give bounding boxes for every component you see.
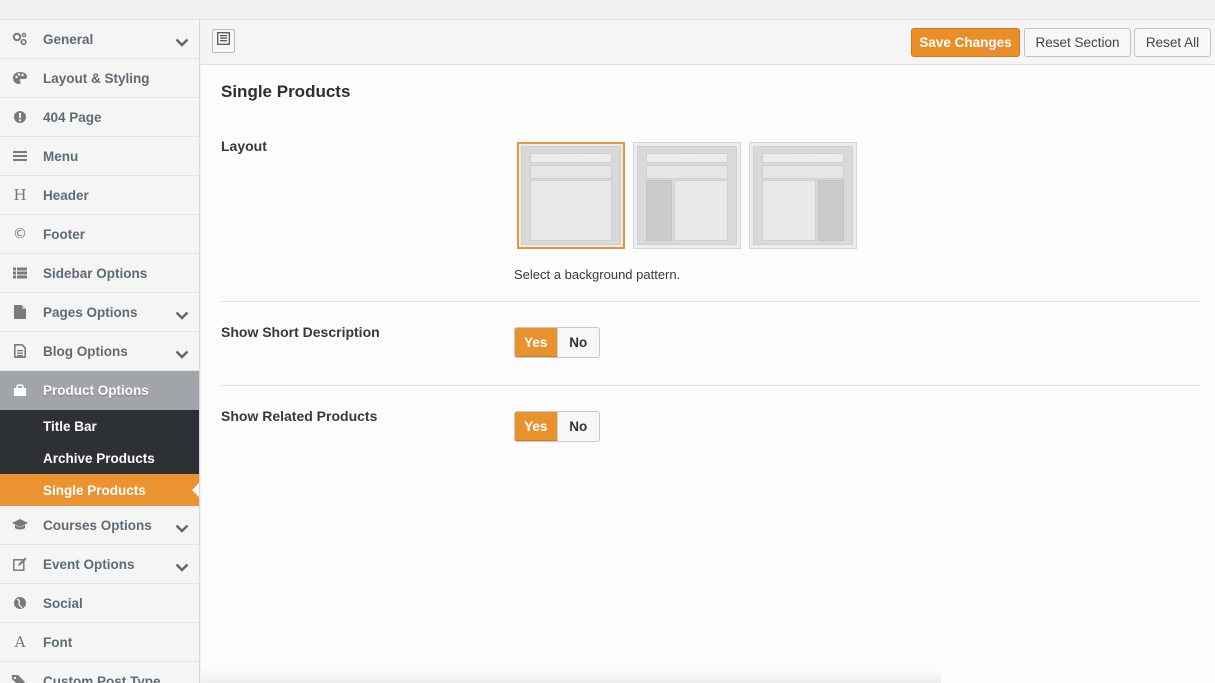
- chevron-down-icon: [175, 520, 189, 538]
- sidebar-item-header[interactable]: H Header: [0, 176, 199, 215]
- section-title: Single Products: [221, 82, 351, 101]
- exclamation-circle-icon: [12, 109, 28, 125]
- layout-option-full-width[interactable]: [517, 142, 625, 249]
- font-icon: A: [14, 633, 26, 651]
- top-strip: [0, 0, 1215, 20]
- subnav-item-title-bar[interactable]: Title Bar: [0, 410, 199, 442]
- chevron-down-icon: [175, 559, 189, 577]
- sidebar-item-label: Social: [43, 595, 83, 611]
- related-products-switch: Yes No: [514, 411, 600, 442]
- sidebar-item-menu[interactable]: Menu: [0, 137, 199, 176]
- sidebar-item-label: Custom Post Type: [43, 673, 161, 683]
- copyright-icon: ©: [13, 226, 27, 242]
- shopping-bag-icon: [12, 382, 28, 398]
- sidebar-item-blog-options[interactable]: Blog Options: [0, 332, 199, 371]
- subnav-item-archive-products[interactable]: Archive Products: [0, 442, 199, 474]
- layout-option-left-sidebar[interactable]: [633, 142, 741, 249]
- sidebar-item-layout-styling[interactable]: Layout & Styling: [0, 59, 199, 98]
- layout-label: Layout: [221, 138, 267, 154]
- graduation-cap-icon: [12, 517, 28, 533]
- subnav-item-single-products[interactable]: Single Products: [0, 474, 199, 506]
- sidebar-item-label: Blog Options: [43, 343, 128, 359]
- short-description-label: Show Short Description: [221, 324, 380, 340]
- related-products-yes-option[interactable]: Yes: [515, 412, 557, 441]
- subnav-item-label: Archive Products: [43, 450, 155, 466]
- subnav-item-label: Single Products: [43, 482, 146, 498]
- sidebar-item-label: Header: [43, 187, 89, 203]
- options-sidebar: General Layout & Styling 404 Page Menu H…: [0, 20, 200, 683]
- product-options-submenu: Title Bar Archive Products Single Produc…: [0, 410, 199, 506]
- bars-icon: [12, 148, 28, 164]
- options-panel: Save Changes Reset Section Reset All Sin…: [201, 20, 1215, 683]
- chevron-down-icon: [175, 34, 189, 52]
- expand-options-button[interactable]: [212, 29, 235, 53]
- sidebar-item-label: Sidebar Options: [43, 265, 148, 281]
- sidebar-item-label: Font: [43, 634, 73, 650]
- palette-icon: [12, 70, 28, 86]
- sidebar-item-sidebar-options[interactable]: Sidebar Options: [0, 254, 199, 293]
- list-icon: [12, 265, 28, 281]
- sidebar-item-label: General: [43, 31, 94, 47]
- subnav-item-label: Title Bar: [43, 418, 97, 434]
- sidebar-item-event-options[interactable]: Event Options: [0, 545, 199, 584]
- file-text-icon: [12, 343, 28, 359]
- layout-helper-text: Select a background pattern.: [514, 267, 681, 282]
- divider: [221, 301, 1200, 302]
- gears-icon: [12, 31, 28, 47]
- sidebar-item-label: Layout & Styling: [43, 70, 150, 86]
- sidebar-item-label: Event Options: [43, 556, 135, 572]
- chevron-down-icon: [175, 307, 189, 325]
- sidebar-item-label: Footer: [43, 226, 85, 242]
- sidebar-item-label: Menu: [43, 148, 79, 164]
- sidebar-item-courses-options[interactable]: Courses Options: [0, 506, 199, 545]
- chevron-down-icon: [175, 346, 189, 364]
- sidebar-item-general[interactable]: General: [0, 20, 199, 59]
- related-products-label: Show Related Products: [221, 408, 378, 424]
- sidebar-item-footer[interactable]: © Footer: [0, 215, 199, 254]
- sidebar-item-label: 404 Page: [43, 109, 102, 125]
- bottom-shadow: [201, 669, 941, 683]
- save-changes-button[interactable]: Save Changes: [911, 28, 1020, 57]
- reset-section-button[interactable]: Reset Section: [1024, 28, 1131, 57]
- sidebar-item-custom-post-type[interactable]: Custom Post Type: [0, 662, 199, 683]
- sidebar-item-font[interactable]: A Font: [0, 623, 199, 662]
- short-description-yes-option[interactable]: Yes: [515, 328, 557, 357]
- short-description-no-option[interactable]: No: [556, 328, 599, 357]
- sidebar-item-product-options[interactable]: Product Options: [0, 371, 199, 410]
- sidebar-item-404-page[interactable]: 404 Page: [0, 98, 199, 137]
- options-toolbar: Save Changes Reset Section Reset All: [201, 20, 1215, 65]
- panel-layout-icon: [217, 32, 230, 50]
- sidebar-item-social[interactable]: Social: [0, 584, 199, 623]
- reset-all-button[interactable]: Reset All: [1134, 28, 1211, 57]
- globe-icon: [12, 595, 28, 611]
- file-icon: [12, 304, 28, 320]
- sidebar-item-pages-options[interactable]: Pages Options: [0, 293, 199, 332]
- sidebar-item-label: Courses Options: [43, 517, 152, 533]
- divider: [221, 385, 1200, 386]
- related-products-no-option[interactable]: No: [556, 412, 599, 441]
- layout-option-right-sidebar[interactable]: [749, 142, 857, 249]
- sidebar-item-label: Product Options: [43, 383, 149, 398]
- short-description-switch: Yes No: [514, 327, 600, 358]
- tags-icon: [12, 673, 28, 683]
- edit-icon: [12, 556, 28, 572]
- header-h-icon: H: [13, 186, 27, 204]
- sidebar-item-label: Pages Options: [43, 304, 138, 320]
